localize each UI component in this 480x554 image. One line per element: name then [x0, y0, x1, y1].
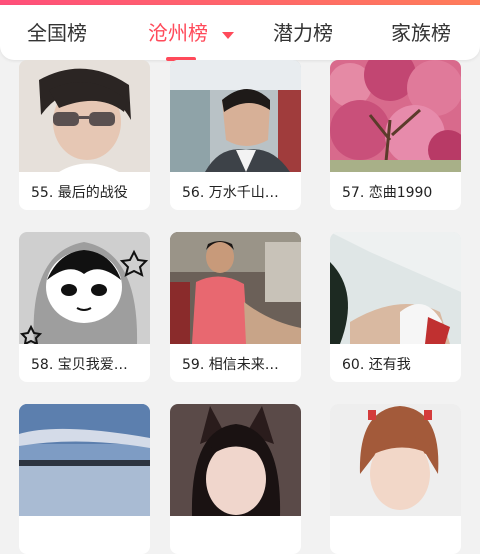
avatar [330, 404, 461, 516]
avatar [19, 232, 150, 344]
ranking-grid: 55. 最后的战役 56. 万水千山… 57. 恋曲1990 58. 宝贝我爱…… [0, 0, 480, 554]
card-caption: 57. 恋曲1990 [342, 185, 433, 201]
avatar [19, 60, 150, 172]
ranking-card[interactable]: 56. 万水千山… [170, 60, 301, 210]
card-caption: 60. 还有我 [342, 357, 411, 373]
ranking-card[interactable] [170, 404, 301, 554]
ranking-card[interactable]: 57. 恋曲1990 [330, 60, 461, 210]
ranking-card[interactable]: 58. 宝贝我爱… [19, 232, 150, 382]
avatar [330, 232, 461, 344]
avatar [19, 404, 150, 516]
avatar [170, 60, 301, 172]
ranking-card[interactable]: 60. 还有我 [330, 232, 461, 382]
ranking-card[interactable]: 55. 最后的战役 [19, 60, 150, 210]
avatar [170, 404, 301, 516]
card-caption: 59. 相信未来… [182, 357, 279, 373]
ranking-card[interactable] [19, 404, 150, 554]
ranking-card[interactable]: 59. 相信未来… [170, 232, 301, 382]
avatar [330, 60, 461, 172]
avatar [170, 232, 301, 344]
ranking-card[interactable] [330, 404, 461, 554]
card-caption: 55. 最后的战役 [31, 185, 128, 201]
card-caption: 58. 宝贝我爱… [31, 357, 128, 373]
card-caption: 56. 万水千山… [182, 185, 279, 201]
